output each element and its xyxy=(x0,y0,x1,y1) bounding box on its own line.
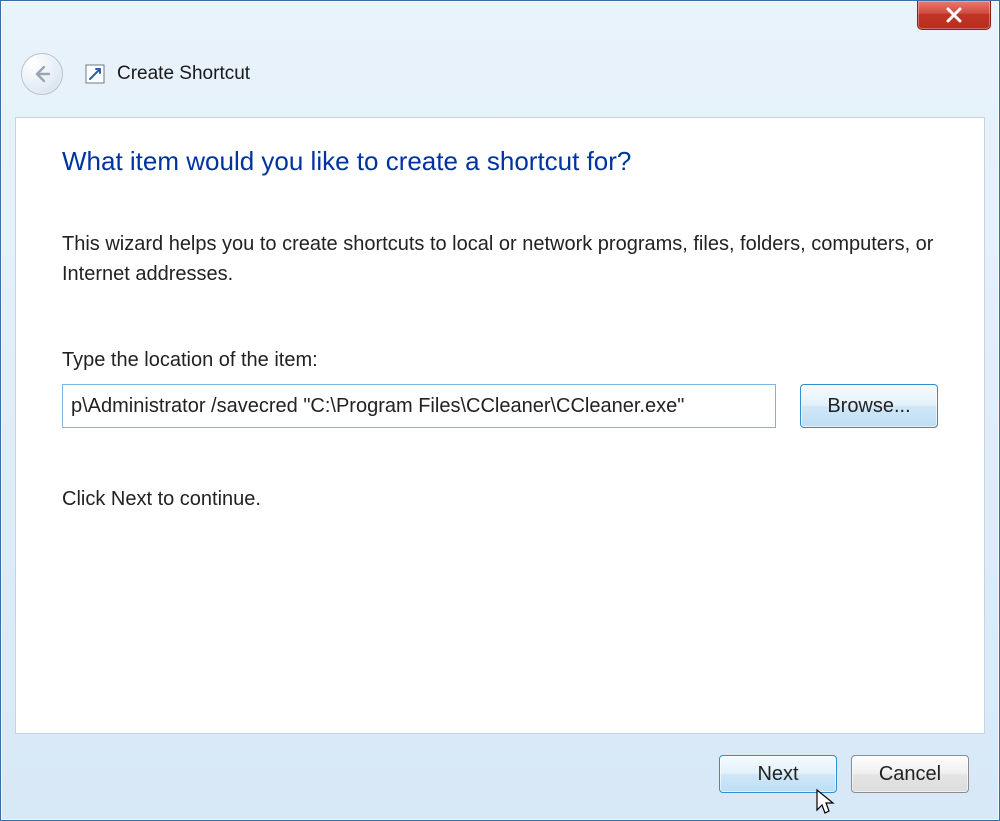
wizard-description: This wizard helps you to create shortcut… xyxy=(62,229,938,289)
location-row: Browse... xyxy=(62,384,938,428)
button-bar: Next Cancel xyxy=(15,742,985,806)
wizard-window: Create Shortcut What item would you like… xyxy=(0,0,1000,821)
window-title: Create Shortcut xyxy=(117,63,250,85)
location-input[interactable] xyxy=(62,384,776,428)
close-icon xyxy=(945,6,963,24)
back-button[interactable] xyxy=(21,53,63,95)
header-row: Create Shortcut xyxy=(1,33,999,107)
browse-button[interactable]: Browse... xyxy=(800,384,938,428)
arrow-left-icon xyxy=(31,63,53,85)
next-button[interactable]: Next xyxy=(719,755,837,793)
close-button[interactable] xyxy=(917,1,991,30)
cancel-button[interactable]: Cancel xyxy=(851,755,969,793)
page-heading: What item would you like to create a sho… xyxy=(62,146,938,177)
continue-instruction: Click Next to continue. xyxy=(62,488,938,511)
location-label: Type the location of the item: xyxy=(62,349,938,372)
title-bar xyxy=(1,1,999,33)
content-panel: What item would you like to create a sho… xyxy=(15,117,985,734)
shortcut-icon xyxy=(85,64,105,84)
